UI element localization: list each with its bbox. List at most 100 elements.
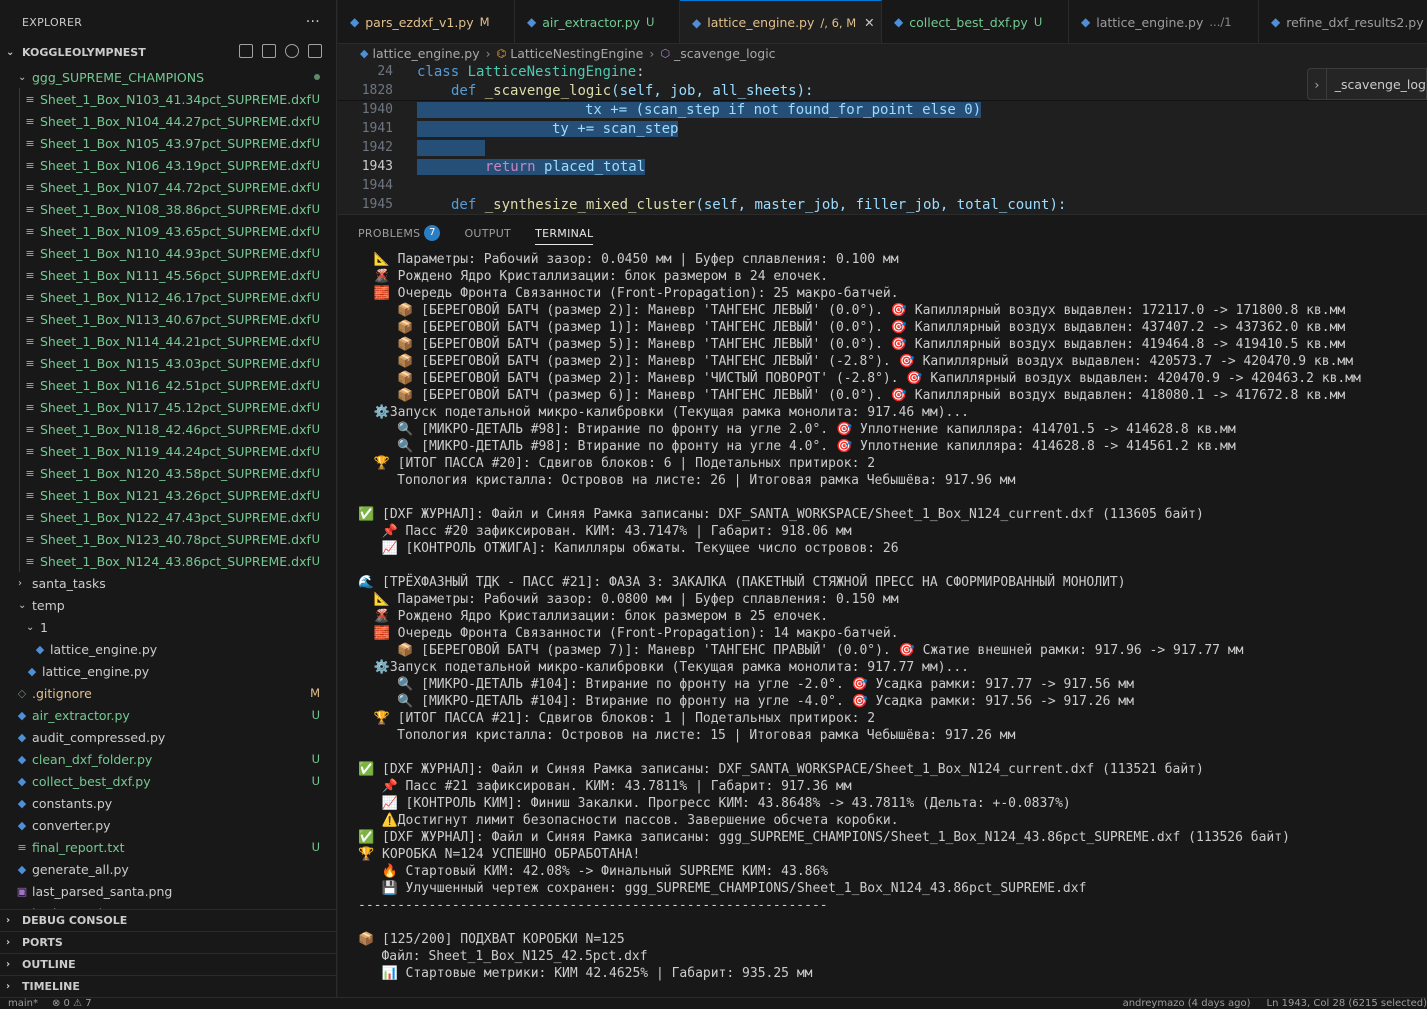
file-air-extractor[interactable]: ◆ air_extractor.py U	[0, 704, 336, 726]
code-line-1941[interactable]: 1941 ty += scan_step	[338, 119, 1427, 138]
champion-file-item[interactable]: ≡ Sheet_1_Box_N122_47.43pct_SUPREME.dxf U	[0, 506, 336, 528]
sticky-line-def[interactable]: 1828 def _scavenge_logic(self, job, all_…	[338, 81, 1427, 100]
code-editor[interactable]: 24 class LatticeNestingEngine: 1828 def …	[338, 62, 1427, 214]
close-icon[interactable]: ✕	[864, 15, 874, 30]
dxf-file-icon: ≡	[25, 532, 35, 546]
file-label: Sheet_1_Box_N105_43.97pct_SUPREME.dxf	[40, 135, 311, 151]
champion-file-item[interactable]: ≡ Sheet_1_Box_N118_42.46pct_SUPREME.dxf U	[0, 418, 336, 440]
file-lattice-engine-temp[interactable]: ◆ lattice_engine.py	[0, 660, 336, 682]
tab-problems[interactable]: PROBLEMS 7	[358, 215, 441, 251]
tab-label: refine_dxf_results2.py	[1286, 14, 1424, 30]
champion-file-item[interactable]: ≡ Sheet_1_Box_N109_43.65pct_SUPREME.dxf U	[0, 220, 336, 242]
file-audit-compressed[interactable]: ◆ audit_compressed.py	[0, 726, 336, 748]
more-actions-icon[interactable]: ···	[306, 14, 320, 30]
champion-file-item[interactable]: ≡ Sheet_1_Box_N111_45.56pct_SUPREME.dxf U	[0, 264, 336, 286]
folder-1[interactable]: ⌄ 1	[0, 616, 336, 638]
file-clean-dxf-folder[interactable]: ◆ clean_dxf_folder.py U	[0, 748, 336, 770]
tab-air-extractor[interactable]: ◆ air_extractor.py U	[515, 0, 680, 43]
keyword: class	[417, 63, 460, 80]
tab-collect-best-dxf[interactable]: ◆ collect_best_dxf.py U	[882, 0, 1069, 43]
champion-file-item[interactable]: ≡ Sheet_1_Box_N108_38.86pct_SUPREME.dxf U	[0, 198, 336, 220]
tab-lattice-engine-active[interactable]: ◆ lattice_engine.py /, 6, M ✕	[680, 0, 882, 43]
section-debug-console[interactable]: › DEBUG CONSOLE	[0, 909, 336, 931]
dxf-file-icon: ≡	[25, 92, 35, 106]
champion-file-item[interactable]: ≡ Sheet_1_Box_N123_40.78pct_SUPREME.dxf U	[0, 528, 336, 550]
new-folder-icon[interactable]	[262, 44, 276, 58]
dxf-file-icon: ≡	[25, 312, 35, 326]
folder-ggg-supreme-champions[interactable]: ⌄ ggg_SUPREME_CHAMPIONS	[0, 66, 336, 88]
champion-file-item[interactable]: ≡ Sheet_1_Box_N117_45.12pct_SUPREME.dxf U	[0, 396, 336, 418]
champion-file-item[interactable]: ≡ Sheet_1_Box_N119_44.24pct_SUPREME.dxf U	[0, 440, 336, 462]
git-status-badge: U	[311, 774, 320, 788]
champion-file-item[interactable]: ≡ Sheet_1_Box_N103_41.34pct_SUPREME.dxf U	[0, 88, 336, 110]
code-line-1944[interactable]: 1944	[338, 176, 1427, 195]
sticky-scroll-peek[interactable]: › _scavenge_log	[1307, 68, 1427, 100]
champion-file-item[interactable]: ≡ Sheet_1_Box_N105_43.97pct_SUPREME.dxf U	[0, 132, 336, 154]
section-label: TIMELINE	[22, 980, 80, 993]
terminal-line: Файл: Sheet_1_Box_N125_42.5pct.dxf	[358, 949, 648, 964]
champion-file-item[interactable]: ≡ Sheet_1_Box_N113_40.67pct_SUPREME.dxf U	[0, 308, 336, 330]
tab-refine-dxf-results2[interactable]: ◆ refine_dxf_results2.py	[1259, 0, 1427, 43]
file-final-report[interactable]: ≡ final_report.txt U	[0, 836, 336, 858]
file-constants[interactable]: ◆ constants.py	[0, 792, 336, 814]
breadcrumb-method[interactable]: _scavenge_logic	[674, 46, 776, 61]
folder-santa-tasks[interactable]: › santa_tasks	[0, 572, 336, 594]
terminal-line: 📌 Пасс #20 зафиксирован. КИМ: 43.7147% |…	[358, 524, 852, 539]
file-tree: ⌄ ggg_SUPREME_CHAMPIONS ≡ Sheet_1_Box_N10…	[0, 66, 336, 924]
file-collect-best-dxf[interactable]: ◆ collect_best_dxf.py U	[0, 770, 336, 792]
file-label: Sheet_1_Box_N111_45.56pct_SUPREME.dxf	[40, 267, 311, 283]
champion-file-item[interactable]: ≡ Sheet_1_Box_N107_44.72pct_SUPREME.dxf U	[0, 176, 336, 198]
tab-lattice-engine-temp[interactable]: ◆ lattice_engine.py .../1	[1069, 0, 1259, 43]
champion-file-item[interactable]: ≡ Sheet_1_Box_N110_44.93pct_SUPREME.dxf U	[0, 242, 336, 264]
champion-file-item[interactable]: ≡ Sheet_1_Box_N121_43.26pct_SUPREME.dxf U	[0, 484, 336, 506]
section-outline[interactable]: › OUTLINE	[0, 953, 336, 975]
code-line-1940[interactable]: 1940 tx += (scan_step if not found_for_p…	[338, 100, 1427, 119]
terminal-output[interactable]: 📐 Параметры: Рабочий зазор: 0.0450 мм | …	[358, 251, 1427, 982]
tab-output[interactable]: OUTPUT	[464, 215, 511, 251]
cursor-position[interactable]: Ln 1943, Col 28 (6215 selected)	[1267, 998, 1427, 1009]
tab-label: pars_ezdxf_v1.py	[365, 14, 474, 30]
champion-file-item[interactable]: ≡ Sheet_1_Box_N106_43.19pct_SUPREME.dxf U	[0, 154, 336, 176]
code-line-1942[interactable]: 1942	[338, 138, 1427, 157]
branch-indicator[interactable]: main*	[8, 998, 38, 1009]
refresh-icon[interactable]	[285, 44, 299, 58]
folder-temp[interactable]: ⌄ temp	[0, 594, 336, 616]
champion-file-item[interactable]: ≡ Sheet_1_Box_N114_44.21pct_SUPREME.dxf U	[0, 330, 336, 352]
file-last-parsed-santa[interactable]: ▣ last_parsed_santa.png	[0, 880, 336, 902]
collapse-all-icon[interactable]	[308, 44, 322, 58]
tab-terminal[interactable]: TERMINAL	[535, 215, 594, 251]
section-timeline[interactable]: › TIMELINE	[0, 975, 336, 997]
code-line-1943[interactable]: 1943 return placed_total	[338, 157, 1427, 176]
champion-file-item[interactable]: ≡ Sheet_1_Box_N112_46.17pct_SUPREME.dxf U	[0, 286, 336, 308]
file-gitignore[interactable]: ◇ .gitignore M	[0, 682, 336, 704]
champion-file-item[interactable]: ≡ Sheet_1_Box_N115_43.03pct_SUPREME.dxf U	[0, 352, 336, 374]
gitignore-file-icon: ◇	[17, 686, 27, 700]
tab-pars-ezdxf[interactable]: ◆ pars_ezdxf_v1.py M	[338, 0, 515, 43]
chevron-right-icon: ›	[6, 959, 11, 970]
workspace-header[interactable]: ⌄ KOGGLEOLYMPNEST	[0, 44, 336, 61]
problems-indicator[interactable]: ⊗ 0 ⚠ 7	[52, 998, 92, 1009]
sticky-line-class[interactable]: 24 class LatticeNestingEngine:	[338, 62, 1427, 81]
breadcrumb-class[interactable]: LatticeNestingEngine	[510, 46, 643, 61]
champion-file-item[interactable]: ≡ Sheet_1_Box_N104_44.27pct_SUPREME.dxf U	[0, 110, 336, 132]
file-converter[interactable]: ◆ converter.py	[0, 814, 336, 836]
bottom-panel: PROBLEMS 7 OUTPUT TERMINAL 📐 Параметры: …	[338, 214, 1427, 997]
section-ports[interactable]: › PORTS	[0, 931, 336, 953]
file-lattice-engine-nested[interactable]: ◆ lattice_engine.py	[0, 638, 336, 660]
git-blame[interactable]: andreymazo (4 days ago)	[1123, 998, 1251, 1009]
file-generate-all[interactable]: ◆ generate_all.py	[0, 858, 336, 880]
code-line-1945[interactable]: 1945 def _synthesize_mixed_cluster(self,…	[338, 195, 1427, 214]
champion-file-item[interactable]: ≡ Sheet_1_Box_N120_43.58pct_SUPREME.dxf U	[0, 462, 336, 484]
dxf-file-icon: ≡	[25, 444, 35, 458]
breadcrumb-file[interactable]: lattice_engine.py	[372, 46, 479, 61]
tab-label: OUTPUT	[464, 226, 512, 240]
new-file-icon[interactable]	[239, 44, 253, 58]
chevron-right-icon: ›	[6, 981, 11, 992]
file-label: Sheet_1_Box_N124_43.86pct_SUPREME.dxf	[40, 553, 311, 569]
champion-file-item[interactable]: ≡ Sheet_1_Box_N124_43.86pct_SUPREME.dxf U	[0, 550, 336, 572]
git-status-badge: U	[311, 224, 320, 238]
file-label: Sheet_1_Box_N123_40.78pct_SUPREME.dxf	[40, 531, 311, 547]
champion-file-item[interactable]: ≡ Sheet_1_Box_N116_42.51pct_SUPREME.dxf U	[0, 374, 336, 396]
